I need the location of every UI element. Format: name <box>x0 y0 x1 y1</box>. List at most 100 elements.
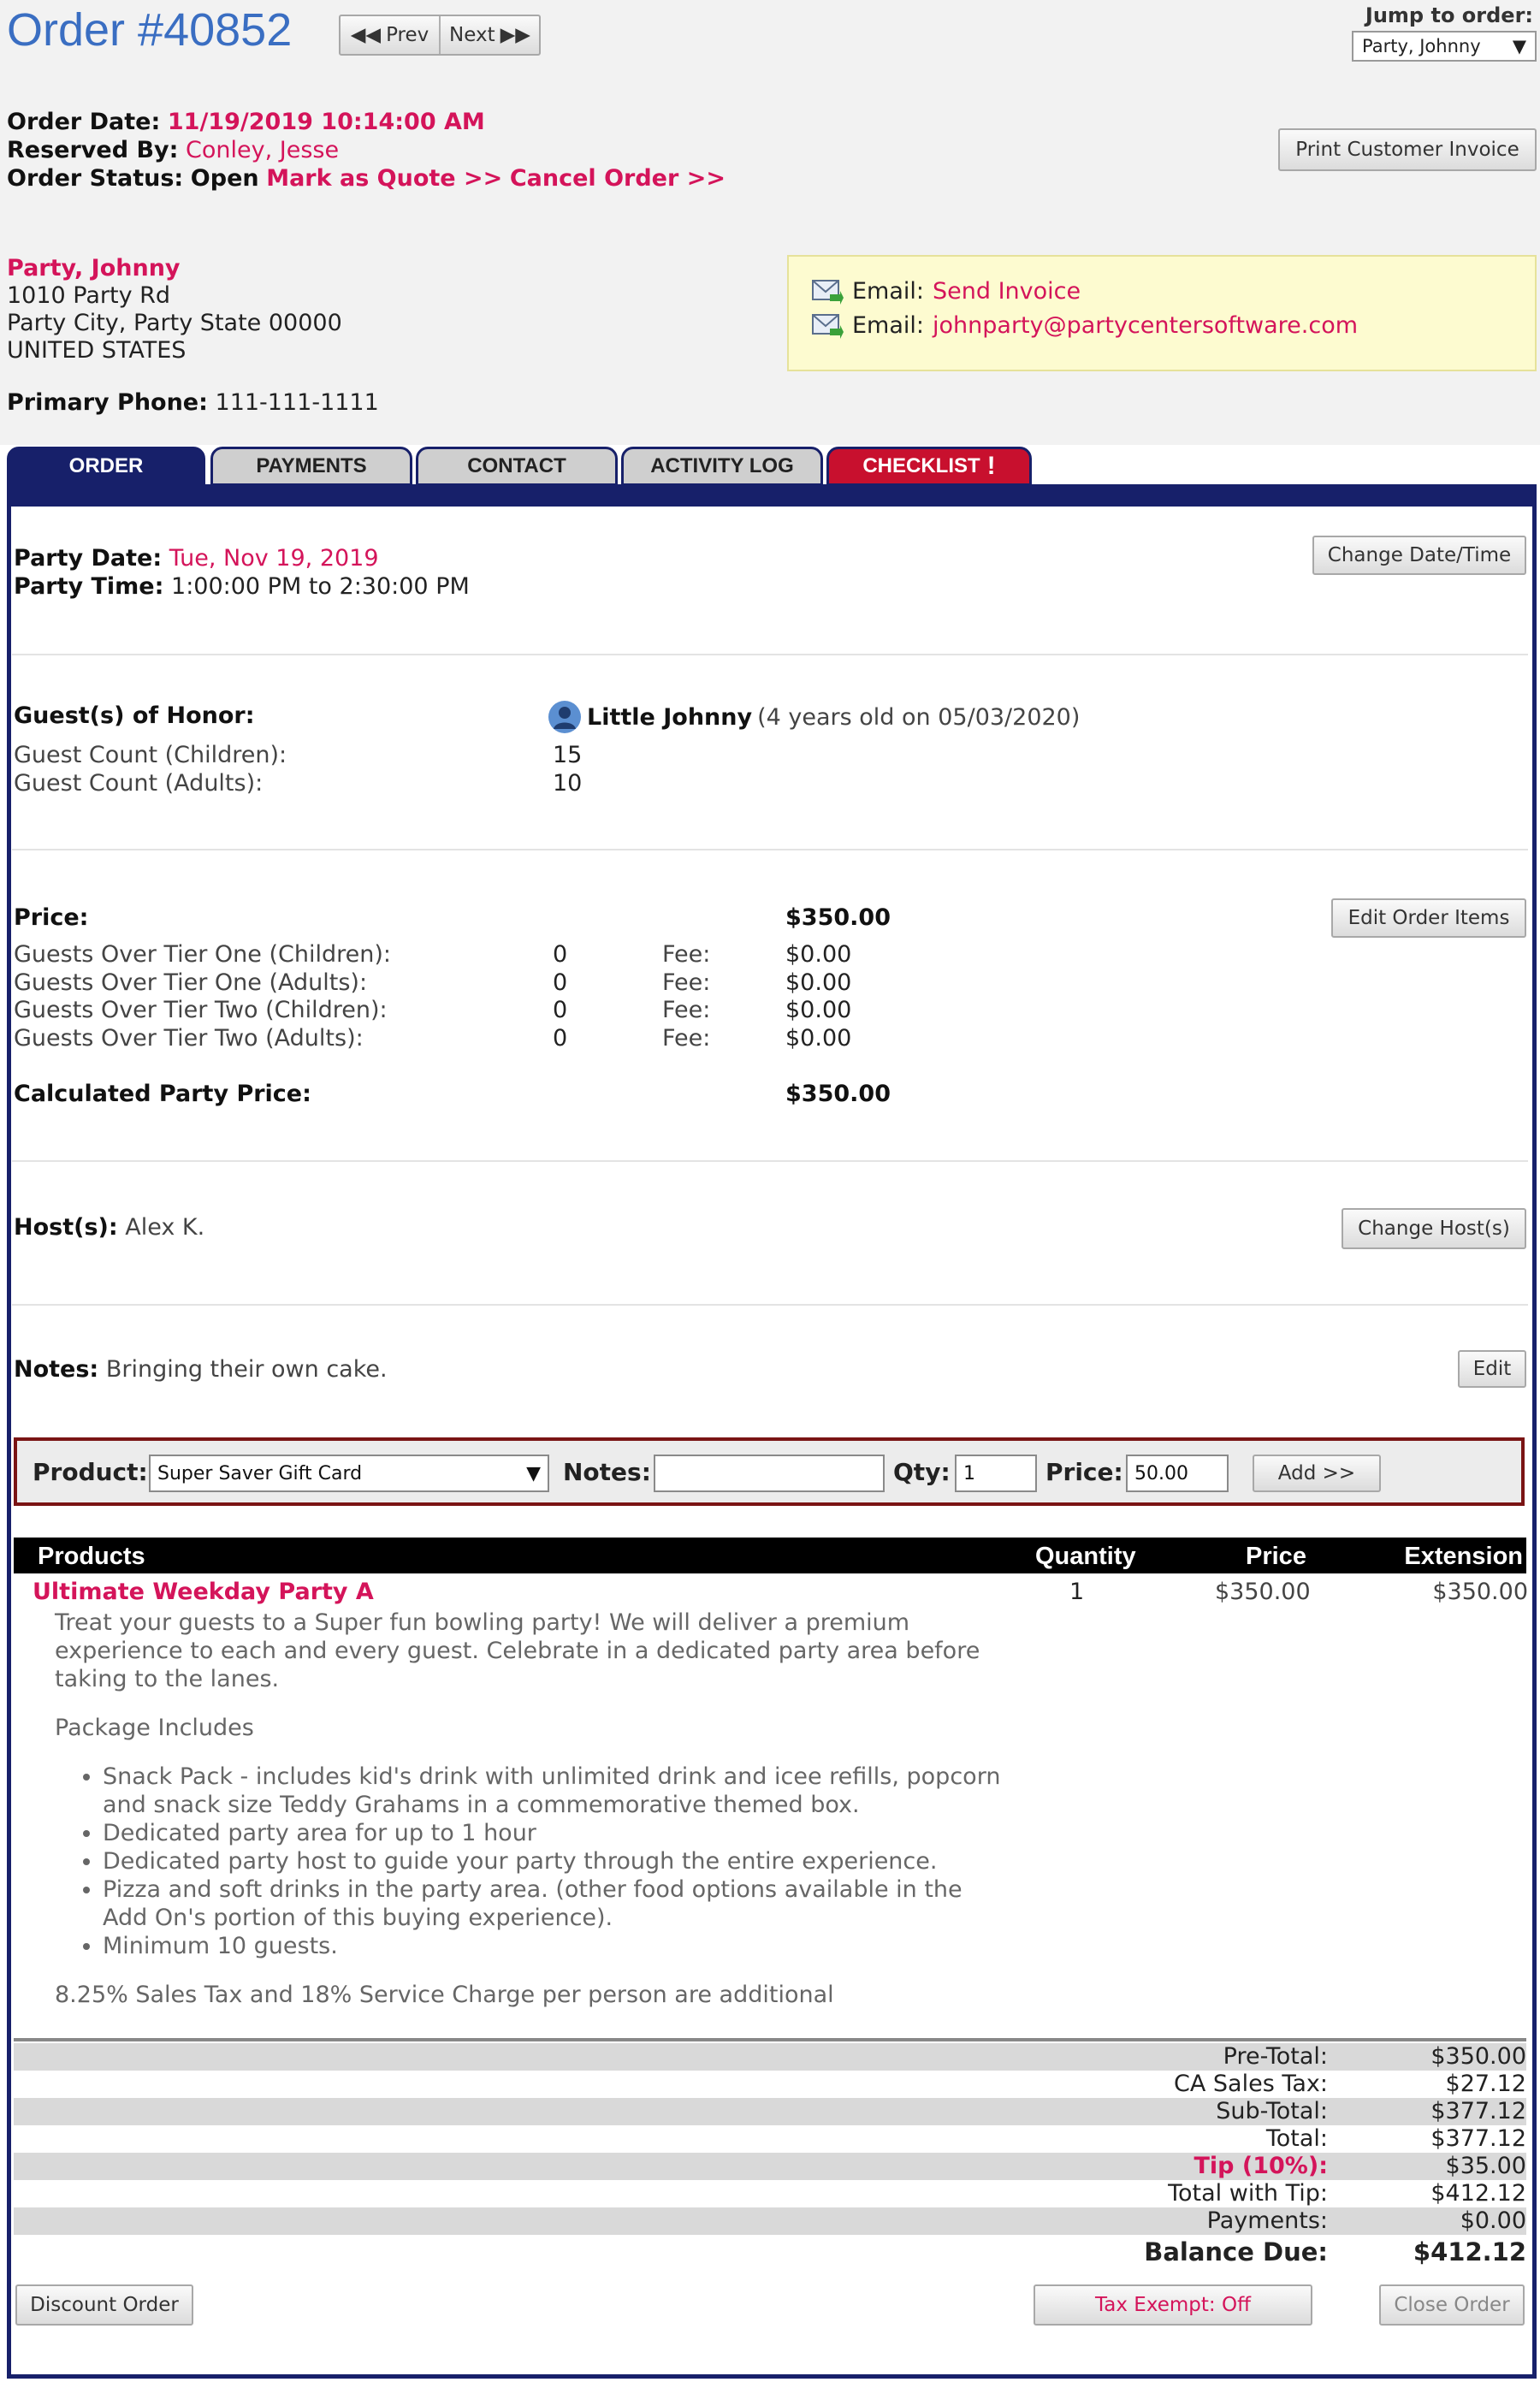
tier-count: 0 <box>553 969 568 996</box>
list-item: Snack Pack - includes kid's drink with u… <box>103 1763 1013 1819</box>
person-avatar-icon <box>548 701 581 733</box>
total-label: CA Sales Tax: <box>1174 2071 1328 2097</box>
col-products: Products <box>38 1543 145 1570</box>
product-item-extension: $350.00 <box>1432 1579 1528 1605</box>
notes-value: Bringing their own cake. <box>105 1356 388 1383</box>
tier-fee-value: $0.00 <box>785 941 852 968</box>
col-quantity: Quantity <box>1035 1543 1136 1570</box>
tab-activity-log[interactable]: ACTIVITY LOG <box>621 447 823 486</box>
page-title: Order #40852 <box>7 4 293 56</box>
send-invoice-link[interactable]: Send Invoice <box>933 278 1081 305</box>
notes-field-label: Notes: <box>563 1458 651 1486</box>
guest-of-honor-entry: Little Johnny (4 years old on 05/03/2020… <box>548 700 1080 734</box>
total-value: $377.12 <box>1430 2098 1526 2124</box>
total-value: $27.12 <box>1445 2071 1526 2097</box>
party-time-label: Party Time: <box>14 573 164 600</box>
customer-name-link[interactable]: Party, Johnny <box>7 255 342 282</box>
order-date-label: Order Date: <box>7 109 161 135</box>
hosts-value: Alex K. <box>125 1214 205 1241</box>
tab-checklist[interactable]: CHECKLIST ! <box>826 447 1032 486</box>
totals-divider <box>14 2038 1526 2041</box>
total-label: Pre-Total: <box>1223 2043 1328 2070</box>
party-date-label: Party Date: <box>14 545 163 572</box>
col-extension: Extension <box>1404 1543 1523 1570</box>
product-description-intro: Treat your guests to a Super fun bowling… <box>55 1609 980 1692</box>
jump-to-order-select[interactable]: Party, Johnny ▼ <box>1352 31 1537 62</box>
total-value: $0.00 <box>1460 2207 1526 2234</box>
customer-block: Party, Johnny 1010 Party Rd Party City, … <box>7 255 342 364</box>
list-item: Pizza and soft drinks in the party area.… <box>103 1875 1013 1932</box>
tier-count: 0 <box>553 1024 568 1052</box>
dropdown-arrow-icon: ▼ <box>1512 36 1526 56</box>
list-item: Minimum 10 guests. <box>103 1932 1013 1960</box>
mark-as-quote-link[interactable]: Mark as Quote >> <box>266 165 502 192</box>
customer-country: UNITED STATES <box>7 337 187 364</box>
product-select-value: Super Saver Gift Card <box>157 1462 363 1484</box>
email-label-1: Email: <box>852 277 925 305</box>
tax-exempt-button[interactable]: Tax Exempt: Off <box>1034 2284 1312 2326</box>
close-order-button[interactable]: Close Order <box>1379 2284 1525 2326</box>
product-item-name[interactable]: Ultimate Weekday Party A <box>33 1578 374 1606</box>
guest-of-honor-name: Little Johnny <box>587 703 753 731</box>
product-label: Product: <box>33 1458 148 1486</box>
balance-due-value: $412.12 <box>1413 2237 1526 2266</box>
next-label: Next <box>449 24 495 46</box>
product-item-qty: 1 <box>1069 1579 1085 1605</box>
order-status-label: Order Status: <box>7 165 184 192</box>
email-address-link[interactable]: johnparty@partycentersoftware.com <box>933 312 1358 339</box>
totals-row: Total with Tip: $412.12 <box>14 2180 1526 2207</box>
hosts-label: Host(s): <box>14 1214 118 1241</box>
print-invoice-button[interactable]: Print Customer Invoice <box>1278 128 1537 171</box>
totals-row: Total: $377.12 <box>14 2125 1526 2153</box>
totals-row: Payments: $0.00 <box>14 2207 1526 2235</box>
prev-button[interactable]: ◀◀ Prev <box>341 16 439 54</box>
guest-of-honor-label: Guest(s) of Honor: <box>14 702 255 730</box>
price-value: $350.00 <box>785 904 891 931</box>
discount-order-button[interactable]: Discount Order <box>15 2284 193 2326</box>
guest-count-adults-value: 10 <box>553 770 583 797</box>
tier-fee-label: Fee: <box>662 969 711 996</box>
totals-row: Pre-Total: $350.00 <box>14 2043 1526 2071</box>
email-send-icon <box>812 314 844 339</box>
reserved-by-label: Reserved By: <box>7 137 179 163</box>
change-datetime-button[interactable]: Change Date/Time <box>1312 536 1526 575</box>
customer-address2: Party City, Party State 00000 <box>7 310 342 336</box>
guest-count-adults-label: Guest Count (Adults): <box>14 770 264 797</box>
product-notes-input[interactable] <box>654 1455 885 1492</box>
hosts-row: Host(s): Alex K. <box>14 1213 204 1241</box>
reserved-by-link[interactable]: Conley, Jesse <box>186 137 339 163</box>
cancel-order-link[interactable]: Cancel Order >> <box>510 165 726 192</box>
primary-phone-label: Primary Phone: <box>7 389 208 416</box>
product-select[interactable]: Super Saver Gift Card ▼ <box>149 1455 549 1492</box>
next-button[interactable]: Next ▶▶ <box>439 16 539 54</box>
qty-input[interactable]: 1 <box>955 1455 1037 1492</box>
tier-row: Guests Over Tier One (Children): 0 Fee: … <box>14 940 955 969</box>
jump-to-order-label: Jump to order: <box>1365 3 1533 27</box>
rewind-icon: ◀◀ <box>350 24 382 46</box>
change-hosts-button[interactable]: Change Host(s) <box>1342 1208 1526 1249</box>
send-invoice-row: Email: Send Invoice <box>811 277 1081 305</box>
edit-notes-button[interactable]: Edit <box>1458 1350 1526 1388</box>
product-item-price: $350.00 <box>1215 1579 1311 1605</box>
tab-contact[interactable]: CONTACT <box>416 447 618 486</box>
col-price: Price <box>1246 1543 1306 1570</box>
edit-order-items-button[interactable]: Edit Order Items <box>1331 898 1526 938</box>
reserved-by-row: Reserved By: Conley, Jesse <box>7 136 726 164</box>
price-input[interactable]: 50.00 <box>1126 1455 1229 1492</box>
package-includes-list: Snack Pack - includes kid's drink with u… <box>55 1763 1013 1960</box>
section-divider <box>12 654 1528 655</box>
tip-label-link[interactable]: Tip (10%): <box>1194 2153 1328 2180</box>
products-table-header: Products Quantity Price Extension <box>14 1538 1526 1573</box>
order-date-row: Order Date: 11/19/2019 10:14:00 AM <box>7 108 726 136</box>
tier-row: Guests Over Tier One (Adults): 0 Fee: $0… <box>14 969 955 997</box>
tier-row: Guests Over Tier Two (Children): 0 Fee: … <box>14 996 955 1024</box>
email-send-icon <box>812 280 844 305</box>
add-product-button[interactable]: Add >> <box>1253 1455 1381 1492</box>
jump-to-order-value: Party, Johnny <box>1362 36 1481 56</box>
section-divider <box>12 849 1528 850</box>
tab-payments[interactable]: PAYMENTS <box>210 447 412 486</box>
tier-label: Guests Over Tier Two (Children): <box>14 997 388 1023</box>
tier-label: Guests Over Tier One (Adults): <box>14 969 368 996</box>
totals-row: Tip (10%): $35.00 <box>14 2153 1526 2180</box>
tab-order[interactable]: ORDER <box>7 447 205 486</box>
